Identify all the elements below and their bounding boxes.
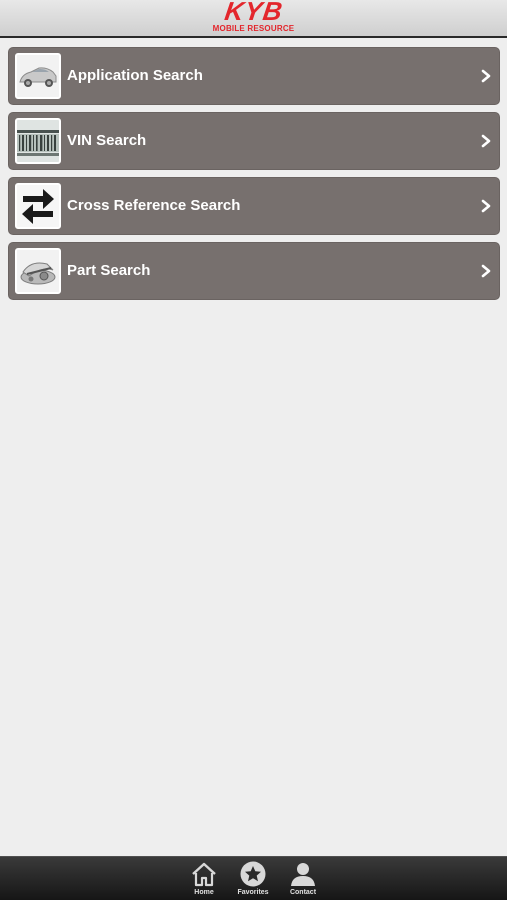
home-icon xyxy=(192,862,216,887)
chevron-right-icon xyxy=(481,134,491,148)
car-icon xyxy=(15,53,61,99)
menu-item-label: Application Search xyxy=(67,67,203,84)
logo-sub-text: MOBILE RESOURCE xyxy=(212,24,295,33)
tab-label: Contact xyxy=(289,889,317,896)
kyb-logo: KYB MOBILE RESOURCE xyxy=(206,0,302,37)
cross-reference-search-button[interactable]: Cross Reference Search xyxy=(8,177,500,235)
star-icon xyxy=(240,861,266,887)
chevron-right-icon xyxy=(481,199,491,213)
chevron-right-icon xyxy=(481,69,491,83)
person-icon xyxy=(291,863,315,886)
application-search-button[interactable]: Application Search xyxy=(8,47,500,105)
app-header: KYB MOBILE RESOURCE xyxy=(0,0,507,38)
part-search-button[interactable]: Part Search xyxy=(8,242,500,300)
shock-part-icon xyxy=(15,248,61,294)
barcode-icon xyxy=(15,118,61,164)
menu-item-label: Cross Reference Search xyxy=(67,197,241,214)
tab-contact[interactable]: Contact xyxy=(280,859,326,899)
bottom-tab-bar: Home Favorites Contact xyxy=(0,856,507,900)
swap-arrows-icon xyxy=(15,183,61,229)
search-menu: Application Search VIN Search Cross Refe… xyxy=(8,47,500,307)
menu-item-label: Part Search xyxy=(67,262,151,279)
logo-main-text: KYB xyxy=(222,0,285,26)
menu-item-label: VIN Search xyxy=(67,132,147,149)
chevron-right-icon xyxy=(481,264,491,278)
vin-search-button[interactable]: VIN Search xyxy=(8,112,500,170)
